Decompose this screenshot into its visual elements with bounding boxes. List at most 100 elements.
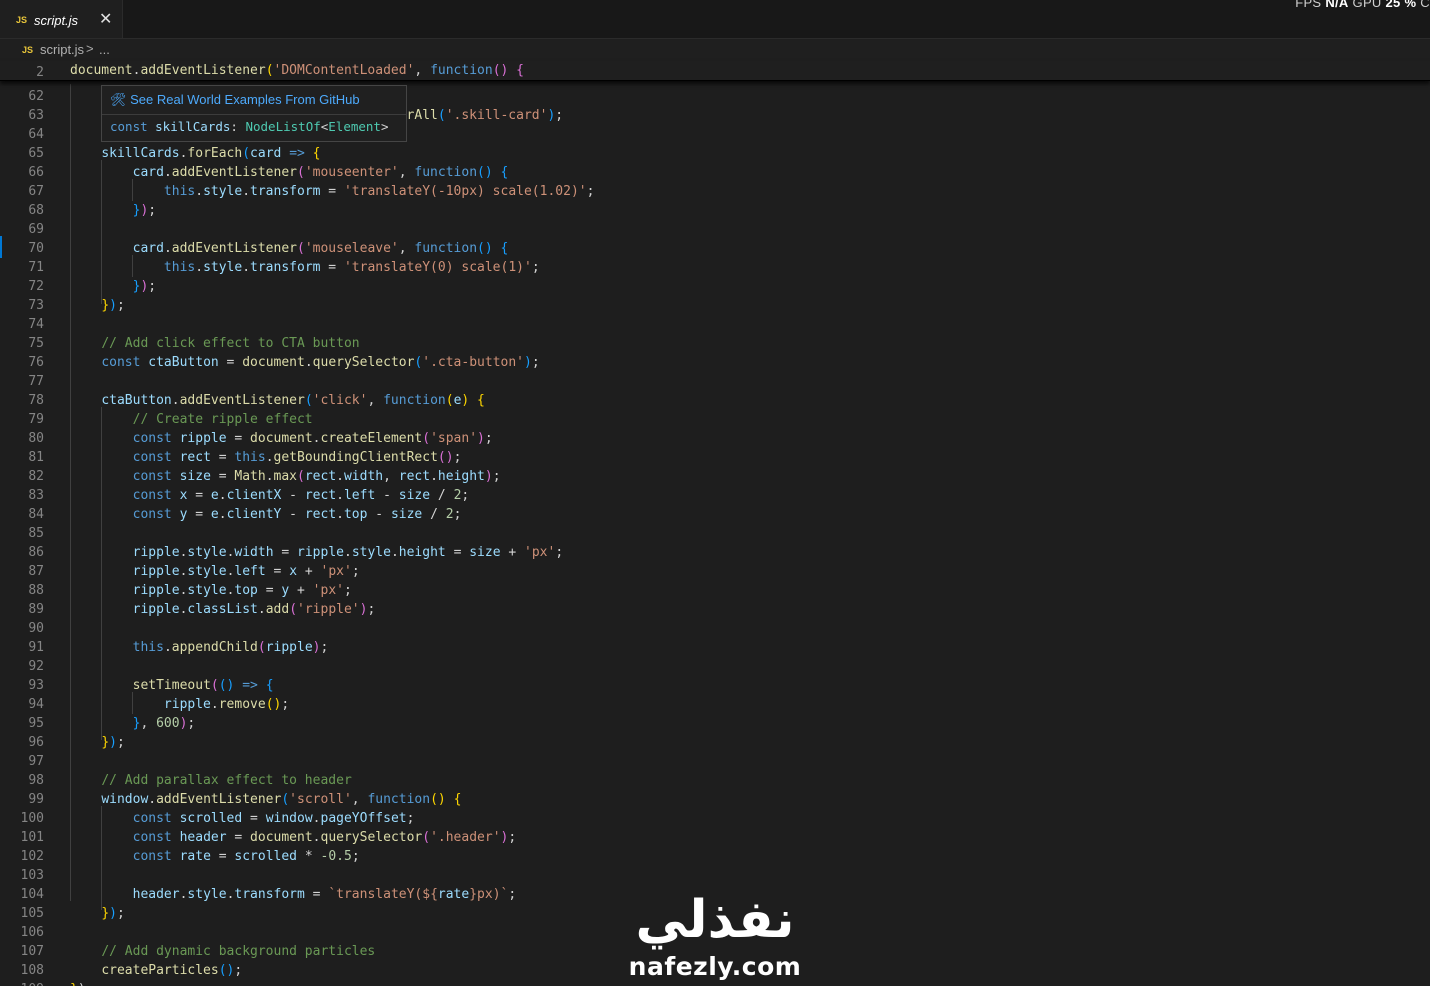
code-editor[interactable]: 62 63 rAll('.skill-card'); 64 65 skillCards… [0, 84, 1430, 986]
code-token: ripple [132, 602, 180, 617]
code-line[interactable]: 97 [0, 752, 1430, 771]
code-token: -0.5 [320, 849, 352, 864]
code-token: , [367, 393, 384, 408]
code-line[interactable]: 71 this.style.transform = 'translateY(0)… [0, 258, 1430, 277]
code-token: / [422, 507, 446, 522]
code-token: ; [508, 830, 517, 845]
code-token: function [430, 63, 493, 78]
code-line[interactable]: 92 [0, 657, 1430, 676]
code-token: ; [492, 469, 501, 484]
fps-label: FPS [1295, 0, 1322, 10]
code-line[interactable]: 66 card.addEventListener('mouseenter', f… [0, 163, 1430, 182]
line-code: skillCards.forEach(card => { [70, 144, 320, 163]
code-line[interactable]: 72 }); [0, 277, 1430, 296]
code-token: ripple [179, 431, 227, 446]
code-line[interactable]: 65 skillCards.forEach(card => { [0, 144, 1430, 163]
code-line[interactable]: 84 const y = e.clientY - rect.top - size… [0, 505, 1430, 524]
code-line[interactable]: 88 ripple.style.top = y + 'px'; [0, 581, 1430, 600]
code-line[interactable]: 68 }); [0, 201, 1430, 220]
code-token: - [367, 507, 391, 522]
code-token: { [500, 241, 509, 256]
code-token: header [179, 830, 227, 845]
code-line[interactable]: 90 [0, 619, 1430, 638]
github-examples-link[interactable]: 🛠 See Real World Examples From GitHub [110, 92, 360, 108]
code-token: ( [422, 830, 431, 845]
sticky-scroll-line[interactable]: 2 document.addEventListener('DOMContentL… [0, 61, 1430, 81]
code-line[interactable]: 81 const rect = this.getBoundingClientRe… [0, 448, 1430, 467]
code-token: ( [265, 63, 274, 78]
code-line[interactable]: 86 ripple.style.width = ripple.style.hei… [0, 543, 1430, 562]
breadcrumb-symbols[interactable]: ... [99, 42, 110, 57]
code-line[interactable]: 91 this.appendChild(ripple); [0, 638, 1430, 657]
code-token: - [281, 507, 305, 522]
code-line[interactable]: 87 ripple.style.left = x + 'px'; [0, 562, 1430, 581]
code-line[interactable]: 98 // Add parallax effect to header [0, 771, 1430, 790]
code-line[interactable]: 77 [0, 372, 1430, 391]
code-token: const [132, 469, 180, 484]
code-line[interactable]: 93 setTimeout(() => { [0, 676, 1430, 695]
code-token: const [132, 811, 180, 826]
code-token: ) [477, 431, 485, 446]
code-line[interactable]: 70 card.addEventListener('mouseleave', f… [0, 239, 1430, 258]
line-number: 71 [28, 260, 44, 275]
code-line[interactable]: 83 const x = e.clientX - rect.left - siz… [0, 486, 1430, 505]
code-token: - [375, 488, 399, 503]
code-line[interactable]: 82 const size = Math.max(rect.width, rec… [0, 467, 1430, 486]
code-line[interactable]: 95 }, 600); [0, 714, 1430, 733]
watermark-logo: نفذلي [635, 890, 795, 950]
line-code: }, 600); [70, 714, 196, 733]
code-token: ctaButton [101, 393, 172, 408]
code-token: . [304, 355, 313, 370]
code-token: const [101, 355, 149, 370]
code-line[interactable]: 76 const ctaButton = document.querySelec… [0, 353, 1430, 372]
code-token: ; [531, 355, 540, 370]
code-line[interactable]: 103 [0, 866, 1430, 885]
breadcrumb-file[interactable]: script.js [40, 42, 84, 57]
code-line[interactable]: 94 ripple.remove(); [0, 695, 1430, 714]
code-line[interactable]: 69 [0, 220, 1430, 239]
code-token: ; [116, 906, 125, 921]
close-tab-button[interactable]: ✕ [99, 9, 112, 29]
code-token: clientX [226, 488, 282, 503]
code-line[interactable]: 79 // Create ripple effect [0, 410, 1430, 429]
code-line[interactable]: 96 }); [0, 733, 1430, 752]
code-token: ( [289, 602, 298, 617]
code-token: / [430, 488, 454, 503]
code-token: 'translateY(-10px) scale(1.02)' [343, 184, 587, 199]
code-token: ; [406, 811, 415, 826]
code-token: ; [116, 298, 125, 313]
code-token: . [257, 602, 266, 617]
code-token: = [210, 469, 235, 484]
code-token: const [132, 849, 180, 864]
code-line[interactable]: 101 const header = document.querySelecto… [0, 828, 1430, 847]
line-number: 88 [28, 583, 44, 598]
github-examples-link-label: See Real World Examples From GitHub [130, 92, 360, 107]
code-token: ctaButton [148, 355, 219, 370]
code-line[interactable]: 102 const rate = scrolled * -0.5; [0, 847, 1430, 866]
code-token: () [492, 63, 509, 78]
code-line[interactable]: 100 const scrolled = window.pageYOffset; [0, 809, 1430, 828]
tab-script-js[interactable]: JS script.js ✕ [0, 0, 123, 38]
line-code: }); [70, 904, 125, 923]
code-line[interactable]: 85 [0, 524, 1430, 543]
code-line[interactable]: 73 }); [0, 296, 1430, 315]
code-token: > [380, 119, 389, 134]
code-token: . [312, 431, 321, 446]
code-token: = [187, 507, 211, 522]
code-token: x [289, 564, 298, 579]
code-line[interactable]: 99 window.addEventListener('scroll', fun… [0, 790, 1430, 809]
code-token: getBoundingClientRect [273, 450, 438, 465]
code-line[interactable]: 74 [0, 315, 1430, 334]
code-token: { [500, 165, 509, 180]
code-line[interactable]: 75 // Add click effect to CTA button [0, 334, 1430, 353]
line-code: const header = document.querySelector('.… [70, 828, 517, 847]
code-line[interactable]: 89 ripple.classList.add('ripple'); [0, 600, 1430, 619]
code-token: height [437, 469, 485, 484]
code-token: window [265, 811, 313, 826]
code-line[interactable]: 67 this.style.transform = 'translateY(-1… [0, 182, 1430, 201]
code-line[interactable]: 80 const ripple = document.createElement… [0, 429, 1430, 448]
code-line[interactable]: 78 ctaButton.addEventListener('click', f… [0, 391, 1430, 410]
